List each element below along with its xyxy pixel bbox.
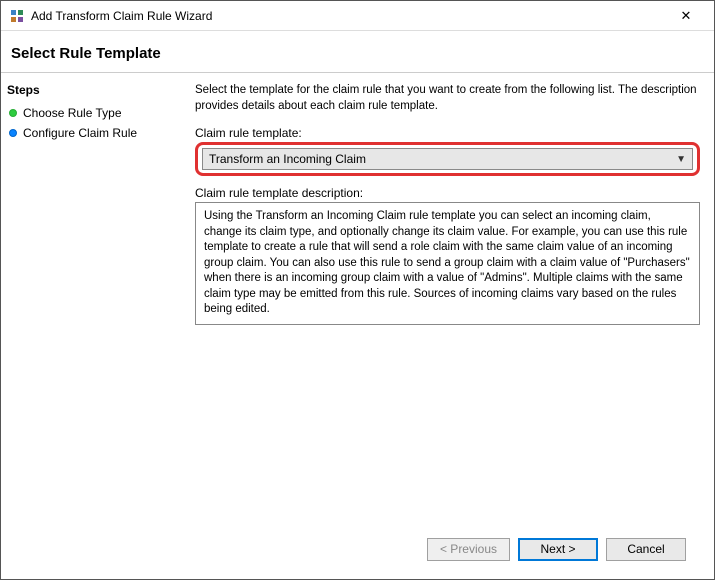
step-bullet-icon: [9, 129, 17, 137]
step-label: Choose Rule Type: [23, 106, 122, 120]
wizard-window: Add Transform Claim Rule Wizard ✕ Select…: [0, 0, 715, 580]
close-icon: ✕: [681, 8, 692, 24]
step-bullet-icon: [9, 109, 17, 117]
cancel-button[interactable]: Cancel: [606, 538, 686, 561]
button-label: < Previous: [440, 542, 497, 556]
claim-rule-template-select[interactable]: Transform an Incoming Claim ▼: [202, 148, 693, 170]
template-description: Using the Transform an Incoming Claim ru…: [195, 202, 700, 325]
wizard-footer: < Previous Next > Cancel: [195, 527, 700, 571]
window-title: Add Transform Claim Rule Wizard: [31, 9, 666, 23]
step-label: Configure Claim Rule: [23, 126, 137, 140]
steps-heading: Steps: [7, 83, 175, 97]
body: Steps Choose Rule Type Configure Claim R…: [1, 73, 714, 579]
previous-button: < Previous: [427, 538, 510, 561]
spacer: [195, 325, 700, 527]
template-select-highlight: Transform an Incoming Claim ▼: [195, 142, 700, 176]
template-selected-value: Transform an Incoming Claim: [209, 152, 366, 166]
page-title: Select Rule Template: [1, 31, 714, 73]
intro-text: Select the template for the claim rule t…: [195, 83, 700, 114]
chevron-down-icon: ▼: [676, 154, 686, 165]
button-label: Next >: [540, 542, 575, 556]
app-icon: [9, 8, 25, 24]
step-configure-claim-rule[interactable]: Configure Claim Rule: [7, 123, 175, 143]
main-panel: Select the template for the claim rule t…: [181, 73, 714, 579]
next-button[interactable]: Next >: [518, 538, 598, 561]
description-label: Claim rule template description:: [195, 186, 700, 200]
close-button[interactable]: ✕: [666, 2, 706, 30]
titlebar: Add Transform Claim Rule Wizard ✕: [1, 1, 714, 31]
button-label: Cancel: [627, 542, 664, 556]
step-choose-rule-type[interactable]: Choose Rule Type: [7, 103, 175, 123]
steps-sidebar: Steps Choose Rule Type Configure Claim R…: [1, 73, 181, 579]
template-label: Claim rule template:: [195, 126, 700, 140]
